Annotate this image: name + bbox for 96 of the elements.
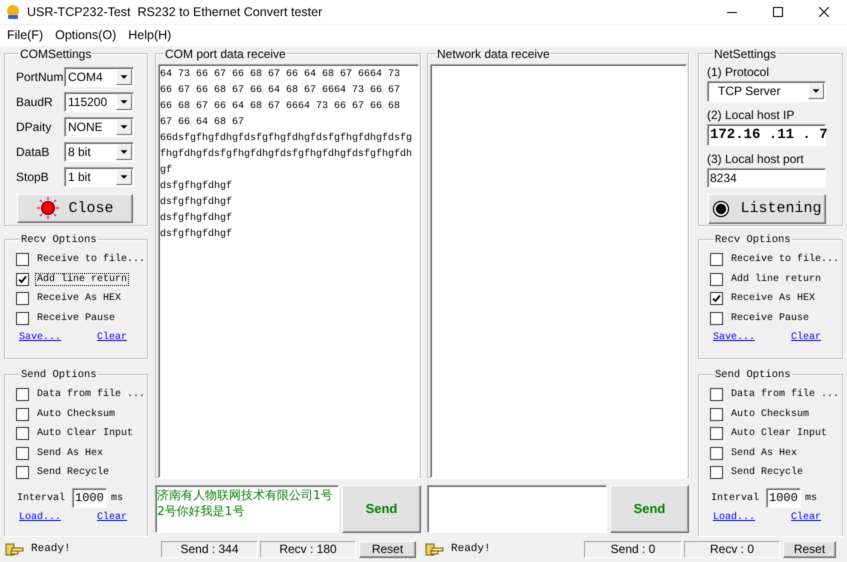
field-label: DataB — [15, 145, 50, 160]
field-label: DPaity — [15, 120, 52, 134]
status-text: Ready! — [451, 543, 492, 555]
group-title: Network data receive — [436, 46, 551, 61]
option-label: Receive As HEX — [36, 292, 122, 306]
checkbox[interactable] — [710, 446, 723, 460]
option-label: Auto Clear Input — [730, 427, 828, 440]
link[interactable]: Clear — [97, 332, 128, 343]
field-label: PortNum — [15, 70, 64, 84]
link[interactable]: Save... — [713, 332, 756, 343]
option-label: Send Recycle — [730, 466, 804, 480]
reset-button[interactable]: Reset — [359, 540, 416, 558]
option-label: Send Recycle — [36, 466, 110, 480]
link[interactable]: Load... — [19, 512, 62, 524]
checkbox[interactable] — [16, 272, 29, 286]
link[interactable]: Clear — [791, 332, 822, 343]
maximize-icon[interactable] — [773, 7, 783, 17]
group-title: Send Options — [20, 368, 98, 382]
send-counter: Send : 0 — [584, 540, 682, 558]
port-field[interactable]: 8234 — [707, 168, 826, 188]
menu-item[interactable]: File(F) — [2, 28, 48, 42]
checkbox[interactable] — [16, 446, 29, 460]
group-title: NetSettings — [713, 46, 778, 61]
field-label: BaudR — [15, 95, 54, 110]
interval-label: Interval — [16, 492, 66, 504]
option-label: Auto Clear Input — [36, 427, 134, 440]
status-text: Ready! — [31, 543, 72, 555]
link[interactable]: Clear — [791, 512, 822, 524]
option-label: Receive As HEX — [730, 292, 816, 306]
link[interactable]: Save... — [19, 332, 62, 343]
option-label: Data from file ... — [730, 388, 840, 402]
interval-field[interactable]: 1000 — [766, 488, 802, 508]
close-port-button[interactable]: Close — [17, 194, 133, 223]
checkbox[interactable] — [710, 408, 723, 421]
checkbox[interactable] — [710, 253, 723, 266]
send-input[interactable] — [427, 484, 607, 533]
ip-field[interactable]: 172.16 .11 . 7 — [707, 124, 826, 146]
dropdown[interactable]: TCP Server — [707, 80, 826, 102]
option-label: Add line return — [35, 272, 130, 286]
field-label: (2) Local host IP — [707, 108, 796, 124]
interval-field[interactable]: 1000 — [72, 488, 108, 508]
dropdown[interactable]: 115200 — [64, 92, 134, 112]
checkbox[interactable] — [16, 408, 29, 421]
field-label: (1) Protocol — [707, 64, 770, 81]
checkbox[interactable] — [710, 388, 723, 402]
app-icon — [5, 4, 21, 20]
checkbox[interactable] — [710, 312, 723, 325]
checkbox[interactable] — [710, 272, 723, 286]
send-counter: Send : 344 — [161, 540, 258, 558]
group-title: COM port data receive — [164, 46, 287, 61]
checkbox[interactable] — [16, 427, 29, 440]
link[interactable]: Load... — [713, 512, 756, 524]
group-title: COMSettings — [19, 46, 92, 61]
option-label: Receive to file... — [730, 253, 840, 266]
recv-counter: Recv : 180 — [260, 540, 356, 558]
checkbox[interactable] — [710, 292, 723, 306]
option-label: Receive to file... — [36, 253, 146, 266]
send-button[interactable]: Send — [342, 484, 421, 533]
field-label: StopB — [15, 170, 50, 184]
checkbox[interactable] — [16, 388, 29, 402]
group-title: Recv Options — [20, 232, 98, 247]
close-icon[interactable] — [819, 7, 829, 17]
option-label: Add line return — [730, 272, 822, 286]
option-label: Data from file ... — [36, 388, 146, 402]
checkbox[interactable] — [710, 427, 723, 440]
checkbox[interactable] — [710, 466, 723, 480]
unit-label: ms — [805, 492, 818, 504]
option-label: Send As Hex — [36, 446, 104, 460]
group-title: Send Options — [714, 368, 792, 382]
receive-area[interactable]: 64 73 66 67 66 68 67 66 64 68 67 6664 73 66 67 66 68 67 66 64 68 67 6664 73 66 67 66 68 67 66 64 68 67 6664 73 66 67 66 68 67 66 64 68 67 66dsfgfhgfdhgfdsfgfhgfdhgfdsfgfhgfdhgfdsfg fhgfdhgfdsfgfhgfdhgfdsfgfhgfdhgfdsfgfhgfdh gf dsfgfhgfdhgf dsfgfhgfdhgf dsfgfhgfdhgf dsfgfhgfdhgf — [158, 64, 419, 478]
dropdown[interactable]: 8 bit — [64, 142, 134, 162]
checkbox[interactable] — [16, 292, 29, 306]
recv-counter: Recv : 0 — [684, 540, 780, 558]
interval-label: Interval — [710, 492, 760, 504]
dropdown[interactable]: COM4 — [64, 67, 134, 88]
listen-button[interactable]: Listening — [708, 194, 826, 224]
checkbox[interactable] — [16, 312, 29, 325]
window-title: USR-TCP232-Test RS232 to Ethernet Convert tester — [27, 5, 324, 19]
send-button[interactable]: Send — [610, 484, 689, 533]
reset-button[interactable]: Reset — [783, 540, 836, 558]
unit-label: ms — [111, 492, 124, 504]
menu-item[interactable]: Options(O) — [50, 28, 122, 42]
checkbox[interactable] — [16, 466, 29, 480]
field-label: (3) Local host port — [707, 152, 805, 168]
dropdown[interactable]: 1 bit — [64, 167, 134, 188]
option-label: Send As Hex — [730, 446, 798, 460]
group-title: Recv Options — [714, 232, 792, 247]
option-label: Receive Pause — [730, 312, 810, 325]
option-label: Auto Checksum — [36, 408, 116, 421]
menu-item[interactable]: Help(H) — [123, 28, 176, 42]
link[interactable]: Clear — [97, 512, 128, 524]
dropdown[interactable]: NONE — [64, 117, 134, 138]
option-label: Auto Checksum — [730, 408, 810, 421]
option-label: Receive Pause — [36, 312, 116, 325]
checkbox[interactable] — [16, 253, 29, 266]
send-input[interactable]: 济南有人物联网技术有限公司1号 2号你好我是1号 — [155, 484, 339, 533]
